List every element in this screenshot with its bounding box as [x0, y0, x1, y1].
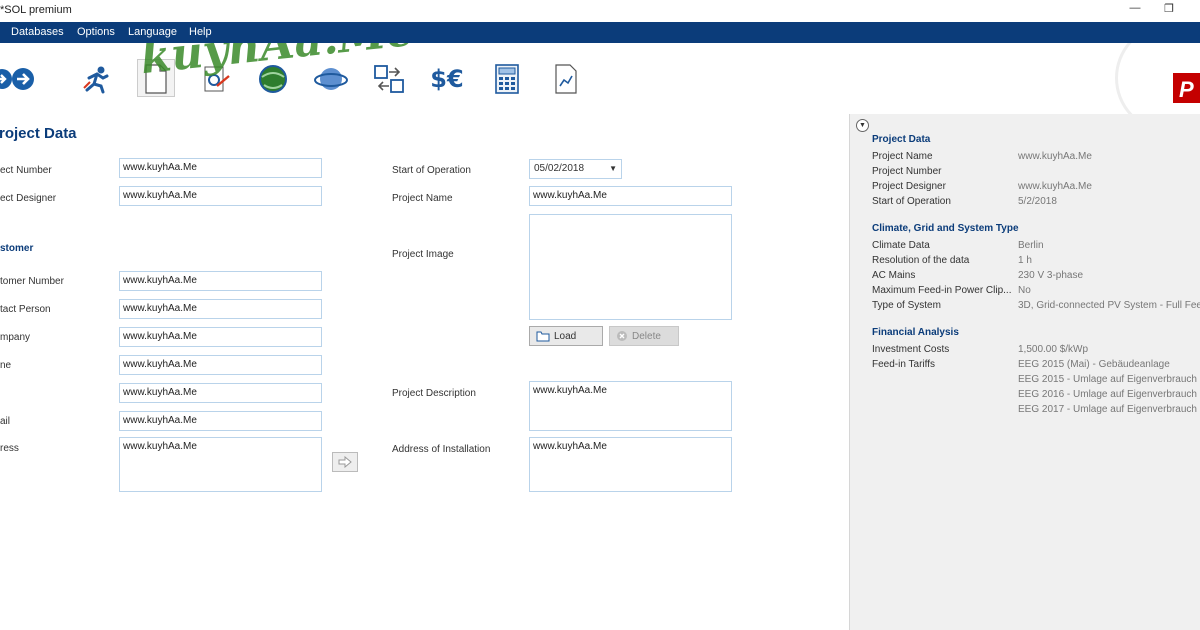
brand-logo: P	[1173, 51, 1200, 105]
restore-button[interactable]: ❐	[1160, 2, 1178, 18]
brand-letter: P	[1179, 77, 1194, 102]
start-operation-value: 05/02/2018	[534, 163, 585, 174]
window-title: *SOL premium	[0, 4, 72, 16]
summary-key: Investment Costs	[872, 344, 950, 355]
delete-button[interactable]: Delete	[609, 326, 679, 346]
summary-value: 230 V 3-phase	[1018, 270, 1084, 281]
summary-key: Start of Operation	[872, 196, 951, 207]
summary-value: No	[1018, 285, 1031, 296]
project-designer-input[interactable]: www.kuyhAa.Me	[119, 186, 322, 206]
report-icon[interactable]	[548, 61, 584, 97]
email-input[interactable]: www.kuyhAa.Me	[119, 411, 322, 431]
summary-project-heading: Project Data	[872, 134, 931, 145]
customer-number-label: tomer Number	[0, 276, 64, 287]
name-input[interactable]: www.kuyhAa.Me	[119, 355, 322, 375]
menu-options[interactable]: Options	[77, 26, 115, 38]
menu-language[interactable]: Language	[128, 26, 177, 38]
address-installation-textarea[interactable]: www.kuyhAa.Me	[529, 437, 732, 492]
contact-person-input[interactable]: www.kuyhAa.Me	[119, 299, 322, 319]
summary-key: Climate Data	[872, 240, 930, 251]
summary-key: Resolution of the data	[872, 255, 970, 266]
summary-value: EEG 2016 - Umlage auf Eigenverbrauch - 3…	[1018, 389, 1200, 400]
summary-financial-heading: Financial Analysis	[872, 327, 959, 338]
load-label: Load	[554, 330, 577, 342]
planet-icon[interactable]	[313, 61, 349, 97]
company-label: mpany	[0, 332, 31, 343]
summary-value: 5/2/2018	[1018, 196, 1057, 207]
title-bar: *SOL premium — ❐	[0, 0, 1200, 22]
summary-value: 3D, Grid-connected PV System - Full Feed…	[1018, 300, 1200, 311]
address-textarea[interactable]: www.kuyhAa.Me	[119, 437, 322, 492]
address-installation-label: Address of Installation	[392, 444, 491, 455]
summary-value: EEG 2015 (Mai) - Gebäudeanlage	[1018, 359, 1170, 370]
summary-value: EEG 2017 - Umlage auf Eigenverbrauch - 4…	[1018, 404, 1200, 415]
summary-value: Berlin	[1018, 240, 1044, 251]
project-form-panel: roject Data ect Number www.kuyhAa.Me ect…	[0, 114, 849, 630]
menu-databases[interactable]: Databases	[11, 26, 64, 38]
extra-input[interactable]: www.kuyhAa.Me	[119, 383, 322, 403]
summary-value: 1 h	[1018, 255, 1032, 266]
summary-value: www.kuyhAa.Me	[1018, 151, 1092, 162]
menu-bar: Databases Options Language Help	[0, 22, 1200, 43]
toolbar: $€ kuyhAa.Me P	[0, 43, 1200, 114]
chevron-down-icon: ▼	[609, 164, 617, 173]
collapse-icon[interactable]: ▼	[856, 119, 869, 132]
summary-key: Type of System	[872, 300, 941, 311]
project-number-label: ect Number	[0, 165, 52, 176]
grid-icon[interactable]	[371, 61, 407, 97]
currency-label: $€	[430, 65, 464, 93]
project-image-label: Project Image	[392, 249, 454, 260]
runner-icon[interactable]	[78, 61, 114, 97]
summary-key: Feed-in Tariffs	[872, 359, 935, 370]
customer-number-input[interactable]: www.kuyhAa.Me	[119, 271, 322, 291]
company-input[interactable]: www.kuyhAa.Me	[119, 327, 322, 347]
page-title: roject Data	[0, 125, 77, 142]
project-designer-label: ect Designer	[0, 193, 57, 204]
summary-key: Project Name	[872, 151, 933, 162]
project-name-label: Project Name	[392, 193, 453, 204]
load-button[interactable]: Load	[529, 326, 603, 346]
summary-key: Maximum Feed-in Power Clip...	[872, 285, 1012, 296]
nav-forward-icon[interactable]	[5, 61, 41, 97]
project-description-label: Project Description	[392, 388, 476, 399]
delete-label: Delete	[632, 330, 661, 342]
start-operation-datepicker[interactable]: 05/02/2018 ▼	[529, 159, 622, 179]
name-label: ne	[0, 360, 12, 371]
calculator-icon[interactable]	[489, 61, 525, 97]
currency-icon[interactable]: $€	[429, 61, 465, 97]
summary-value: EEG 2015 - Umlage auf Eigenverbrauch - 3…	[1018, 374, 1200, 385]
summary-key: Project Number	[872, 166, 942, 177]
summary-value: www.kuyhAa.Me	[1018, 181, 1092, 192]
project-image-box[interactable]	[529, 214, 732, 320]
delete-icon	[617, 331, 627, 341]
summary-key: AC Mains	[872, 270, 916, 281]
menu-help[interactable]: Help	[189, 26, 212, 38]
project-description-textarea[interactable]: www.kuyhAa.Me	[529, 381, 732, 431]
project-name-input[interactable]: www.kuyhAa.Me	[529, 186, 732, 206]
summary-value: 1,500.00 $/kWp	[1018, 344, 1089, 355]
summary-key: Project Designer	[872, 181, 946, 192]
copy-address-button[interactable]	[332, 452, 358, 472]
summary-climate-heading: Climate, Grid and System Type	[872, 223, 1019, 234]
address-label: ress	[0, 443, 19, 454]
summary-panel: ▼ Project Data Project Name www.kuyhAa.M…	[849, 114, 1200, 630]
email-label: ail	[0, 416, 11, 427]
contact-person-label: tact Person	[0, 304, 51, 315]
customer-heading: stomer	[0, 243, 34, 254]
folder-icon	[536, 331, 550, 342]
project-number-input[interactable]: www.kuyhAa.Me	[119, 158, 322, 178]
minimize-button[interactable]: —	[1126, 2, 1144, 18]
start-operation-label: Start of Operation	[392, 165, 471, 176]
